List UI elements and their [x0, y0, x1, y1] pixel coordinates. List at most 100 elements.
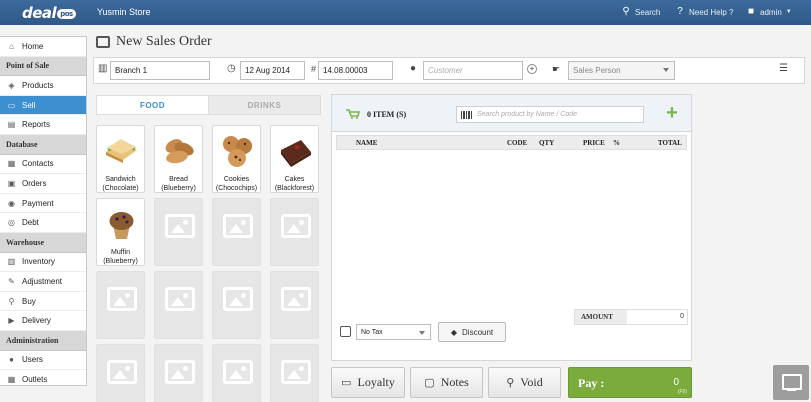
image-placeholder-icon	[223, 214, 253, 238]
empty-product-slot	[212, 344, 261, 402]
item-count: 0 ITEM (S)	[367, 110, 407, 119]
truck-icon: ▶	[8, 316, 15, 326]
sidebar-item-orders[interactable]: ▣ Orders	[0, 174, 86, 194]
sidebar-item-delivery[interactable]: ▶ Delivery	[0, 311, 86, 331]
sidebar-item-debt[interactable]: ◎ Debt	[0, 213, 86, 233]
sidebar-item-label: Sell	[22, 100, 36, 110]
order-panel: 0 ITEM (S) Search product by Name / Code…	[331, 94, 692, 361]
sales-person-icon: ☛	[552, 64, 561, 74]
tab-food[interactable]: FOOD	[97, 96, 208, 114]
product-tile[interactable]: Bread (Blueberry)	[154, 125, 203, 193]
product-tile[interactable]: Cookies (Chocochips)	[212, 125, 261, 193]
branch-field[interactable]: Branch 1	[110, 61, 210, 80]
app-logo[interactable]: deal pos	[22, 4, 76, 22]
tax-select[interactable]: No Tax	[356, 324, 431, 340]
empty-product-slot	[270, 271, 319, 339]
list-view-icon[interactable]: ☰	[779, 64, 788, 74]
help-link[interactable]: ? Need Help ?	[675, 7, 733, 17]
sidebar-item-label: Delivery	[22, 316, 51, 326]
sidebar-item-label: Reports	[22, 120, 51, 130]
sidebar-item-users[interactable]: ● Users	[0, 350, 86, 371]
user-icon: ●	[9, 355, 14, 365]
image-placeholder-icon	[281, 360, 311, 384]
sidebar-item-sell[interactable]: ▭ Sell	[0, 95, 86, 116]
sidebar-item-adjustment[interactable]: ✎ Adjustment	[0, 272, 86, 292]
empty-product-slot	[96, 271, 145, 339]
date-field[interactable]: 12 Aug 2014	[240, 61, 305, 80]
order-number-field[interactable]: 14.08.00003	[318, 61, 393, 80]
product-label: Muffin (Blueberry)	[97, 248, 144, 265]
sidebar-item-outlets[interactable]: ▦ Outlets	[0, 370, 86, 385]
image-placeholder-icon	[107, 360, 137, 384]
fullscreen-icon[interactable]	[773, 365, 809, 400]
sidebar-item-contacts[interactable]: ▦ Contacts	[0, 154, 86, 175]
add-customer-icon[interactable]: +	[527, 64, 537, 74]
pay-shortcut: (F8)	[677, 389, 687, 395]
cookies-icon	[219, 132, 256, 169]
orders-icon: ▣	[7, 178, 16, 188]
product-tile[interactable]: Cakes (Blackforest)	[270, 125, 319, 193]
debt-icon: ◎	[8, 218, 15, 228]
clock-icon: ◷	[227, 63, 236, 74]
sidebar-item-products[interactable]: ◈ Products	[0, 76, 86, 96]
customer-field[interactable]: Customer	[423, 61, 523, 80]
empty-product-slot	[154, 344, 203, 402]
tab-drinks[interactable]: DRINKS	[208, 96, 320, 114]
amount-value: 0	[680, 313, 684, 320]
empty-product-slot	[270, 344, 319, 402]
product-variant: (Blackforest)	[274, 185, 315, 192]
chevron-down-icon	[419, 331, 425, 335]
sidebar-item-label: Users	[22, 355, 43, 365]
page-title: New Sales Order	[96, 34, 212, 50]
void-button[interactable]: ⚲ Void	[488, 367, 561, 398]
tag-icon: ◆	[450, 327, 458, 337]
discount-button[interactable]: ◆ Discount	[438, 322, 506, 342]
sidebar-item-home[interactable]: ⌂ Home	[0, 37, 86, 57]
cart-icon: ⚲	[8, 296, 15, 306]
payment-icon: ◉	[8, 198, 15, 208]
home-icon: ⌂	[9, 41, 14, 51]
product-variant: (Chocochips)	[215, 185, 258, 192]
add-product-button[interactable]: +	[662, 103, 682, 124]
product-tile[interactable]: Sandwich (Chocolate)	[96, 125, 145, 193]
image-placeholder-icon	[281, 287, 311, 311]
loyalty-button[interactable]: ▭ Loyalty	[331, 367, 405, 398]
tag-icon: ◈	[8, 80, 15, 90]
image-placeholder-icon	[281, 214, 311, 238]
pay-value: 0	[673, 377, 679, 388]
sidebar-item-buy[interactable]: ⚲ Buy	[0, 291, 86, 312]
col-qty: QTY	[539, 139, 555, 147]
sidebar-item-label: Adjustment	[22, 276, 63, 286]
empty-product-slot	[270, 198, 319, 266]
product-tile[interactable]: Muffin (Blueberry)	[96, 198, 145, 266]
category-tabs: FOOD DRINKS	[96, 95, 321, 115]
sidebar-item-payment[interactable]: ◉ Payment	[0, 193, 86, 214]
card-icon: ▭	[341, 377, 352, 389]
sidebar-item-label: Home	[22, 41, 44, 51]
search-icon: ⚲	[622, 6, 630, 17]
monitor-icon: ▭	[7, 100, 16, 110]
image-placeholder-icon	[165, 287, 195, 311]
sales-person-select[interactable]: Sales Person	[568, 61, 675, 80]
product-grid: Sandwich (Chocolate) Bread (Blueberry) Cooki…	[96, 125, 322, 402]
notes-button[interactable]: ▢ Notes	[410, 367, 483, 398]
search-link[interactable]: ⚲ Search	[621, 7, 660, 17]
sidebar-item-inventory[interactable]: ▥ Inventory	[0, 252, 86, 273]
product-variant: (Chocolate)	[102, 185, 139, 192]
empty-product-slot	[212, 271, 261, 339]
product-name: Sandwich	[105, 176, 136, 183]
pay-button[interactable]: Pay : 0 (F8)	[568, 367, 692, 398]
empty-product-slot	[154, 271, 203, 339]
image-placeholder-icon	[223, 287, 253, 311]
sidebar-item-reports[interactable]: ▤ Reports	[0, 115, 86, 135]
pay-label: Pay :	[578, 376, 605, 390]
outlet-icon: ▦	[7, 374, 16, 384]
product-search-input[interactable]: Search product by Name / Code	[456, 106, 644, 123]
empty-product-slot	[154, 198, 203, 266]
amount-row: AMOUNT 0	[574, 309, 688, 325]
product-name: Muffin	[111, 249, 130, 256]
sidebar-item-label: Products	[22, 80, 54, 90]
cart-icon: ⚲	[506, 377, 515, 389]
sidebar-section-point-of-sale: Point of Sale	[0, 56, 86, 77]
user-menu[interactable]: ■ admin ▼	[746, 7, 792, 17]
